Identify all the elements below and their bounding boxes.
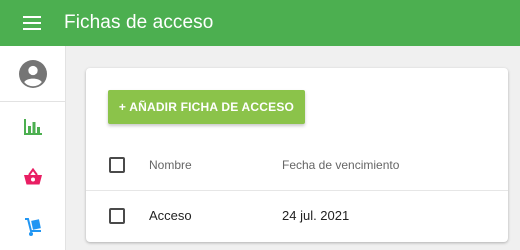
page-title: Fichas de acceso (64, 12, 214, 33)
row-checkbox[interactable] (109, 207, 125, 224)
app-bar: Fichas de acceso (0, 0, 520, 46)
access-tokens-card: + AÑADIR FICHA DE ACCESO Nombre Fecha de… (86, 68, 508, 242)
hamburger-menu-icon (23, 16, 41, 30)
menu-button[interactable] (0, 0, 64, 46)
sidebar-item-statistics[interactable] (0, 102, 65, 152)
column-header-expiry[interactable]: Fecha de vencimiento (282, 158, 399, 172)
user-avatar[interactable] (0, 46, 65, 102)
hand-truck-icon (24, 218, 41, 236)
sidebar-item-shop[interactable] (0, 152, 65, 202)
column-header-name[interactable]: Nombre (149, 158, 192, 172)
sidebar (0, 46, 66, 250)
add-access-token-button[interactable]: + AÑADIR FICHA DE ACCESO (108, 90, 305, 124)
table-header-row: Nombre Fecha de vencimiento (86, 140, 508, 190)
token-expiry-date: 24 jul. 2021 (282, 208, 350, 223)
token-name: Acceso (149, 208, 192, 223)
sidebar-item-delivery[interactable] (0, 202, 65, 250)
bar-chart-icon (23, 119, 42, 135)
account-circle-icon (18, 59, 47, 88)
shopping-basket-icon (23, 168, 42, 185)
select-all-checkbox[interactable] (109, 157, 125, 173)
table-row[interactable]: Acceso 24 jul. 2021 (86, 190, 508, 240)
